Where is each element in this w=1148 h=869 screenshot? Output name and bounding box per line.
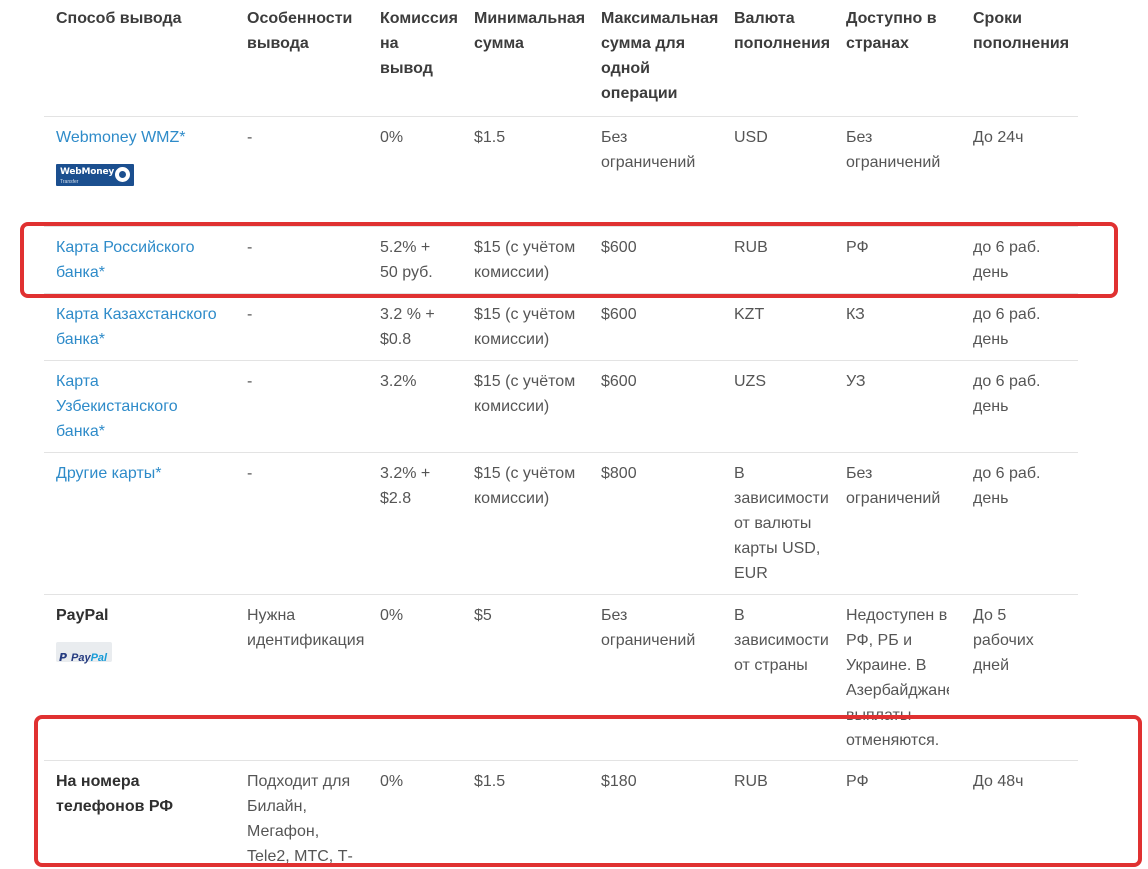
cell-currency: RUB [722, 760, 834, 869]
cell-max: $600 [589, 360, 722, 453]
withdrawal-methods-table: Способ вывода Особенности вывода Комисси… [44, 0, 1078, 869]
cell-features: - [235, 452, 368, 595]
cell-min: $1.5 [462, 116, 589, 227]
cell-term: До 48ч [961, 760, 1078, 869]
header-fee: Комиссия на вывод [380, 10, 458, 77]
cell-term: до 6 раб. день [961, 226, 1078, 294]
cell-min: $15 (с учётом комиссии) [462, 452, 589, 595]
cell-currency: USD [722, 116, 834, 227]
table-row: Карта Узбекистанского банка* - 3.2% $15 … [44, 360, 1078, 453]
cell-countries: КЗ [834, 293, 961, 361]
table-row: PayPal P PayPal Нужна идентификация 0% $… [44, 594, 1078, 761]
cell-min: $1.5 [462, 760, 589, 869]
cell-features: Подходит для Билайн, Мегафон, Tele2, МТС… [235, 760, 368, 869]
cell-term: до 6 раб. день [961, 293, 1078, 361]
cell-term: до 6 раб. день [961, 360, 1078, 453]
cell-fee: 0% [368, 116, 462, 227]
cell-currency: В зависимости от валюты карты USD, EUR [722, 452, 834, 595]
header-features: Особенности вывода [247, 10, 353, 52]
method-name-phone-numbers: На номера телефонов РФ [56, 773, 173, 815]
cell-countries: РФ [834, 760, 961, 869]
cell-max: Без ограничений [589, 594, 722, 761]
cell-features: - [235, 360, 368, 453]
cell-max: Без ограничений [589, 116, 722, 227]
cell-fee: 5.2% + 50 руб. [368, 226, 462, 294]
cell-countries: Без ограничений [834, 452, 961, 595]
cell-max: $600 [589, 226, 722, 294]
header-countries: Доступно в странах [846, 10, 937, 52]
paypal-logo: P PayPal [56, 642, 112, 664]
method-name-paypal: PayPal [56, 607, 109, 624]
method-link-russian-bank-card[interactable]: Карта Российского банка* [56, 239, 194, 281]
cell-currency: KZT [722, 293, 834, 361]
cell-fee: 3.2 % + $0.8 [368, 293, 462, 361]
cell-min: $5 [462, 594, 589, 761]
method-link-other-cards[interactable]: Другие карты* [56, 465, 162, 482]
globe-icon [115, 167, 130, 182]
cell-fee: 0% [368, 760, 462, 869]
cell-features: - [235, 116, 368, 227]
cell-features: - [235, 293, 368, 361]
method-link-webmoney[interactable]: Webmoney WMZ* [56, 129, 186, 146]
header-method: Способ вывода [56, 10, 182, 27]
cell-max: $180 [589, 760, 722, 869]
webmoney-logo: WebMoney Transfer [56, 164, 134, 186]
cell-term: До 5 рабочих дней [961, 594, 1078, 761]
cell-countries: УЗ [834, 360, 961, 453]
cell-max: $800 [589, 452, 722, 595]
cell-countries: Недоступен в РФ, РБ и Украине. В Азербай… [846, 607, 949, 748]
cell-currency: RUB [722, 226, 834, 294]
table-row: На номера телефонов РФ Подходит для Била… [44, 760, 1078, 869]
table-row: Webmoney WMZ* WebMoney Transfer - 0% $1.… [44, 116, 1078, 227]
header-term: Сроки пополнения [973, 10, 1070, 52]
table-row: Карта Казахстанского банка* - 3.2 % + $0… [44, 293, 1078, 361]
table-row: Карта Российского банка* - 5.2% + 50 руб… [44, 226, 1078, 294]
cell-fee: 3.2% [368, 360, 462, 453]
header-currency: Валюта пополнения [734, 10, 831, 52]
table-row: Другие карты* - 3.2% + $2.8 $15 (с учёто… [44, 452, 1078, 595]
cell-term: До 24ч [961, 116, 1078, 227]
cell-min: $15 (с учётом комиссии) [462, 293, 589, 361]
cell-countries: Без ограничений [834, 116, 961, 227]
cell-features: Нужна идентификация [235, 594, 368, 761]
withdrawal-methods-page: Способ вывода Особенности вывода Комисси… [0, 0, 1148, 869]
cell-fee: 0% [368, 594, 462, 761]
cell-currency: UZS [722, 360, 834, 453]
header-min-amount: Минимальная сумма [474, 10, 586, 52]
cell-min: $15 (с учётом комиссии) [462, 360, 589, 453]
cell-countries: РФ [834, 226, 961, 294]
table-header-row: Способ вывода Особенности вывода Комисси… [44, 0, 1078, 117]
method-link-uzbekistan-bank-card[interactable]: Карта Узбекистанского банка* [56, 373, 178, 440]
cell-fee: 3.2% + $2.8 [368, 452, 462, 595]
method-link-kazakhstan-bank-card[interactable]: Карта Казахстанского банка* [56, 306, 217, 348]
cell-min: $15 (с учётом комиссии) [462, 226, 589, 294]
cell-currency: В зависимости от страны [722, 594, 834, 761]
cell-max: $600 [589, 293, 722, 361]
header-max-amount: Максимальная сумма для одной операции [601, 10, 719, 102]
cell-features: - [235, 226, 368, 294]
cell-term: до 6 раб. день [961, 452, 1078, 595]
